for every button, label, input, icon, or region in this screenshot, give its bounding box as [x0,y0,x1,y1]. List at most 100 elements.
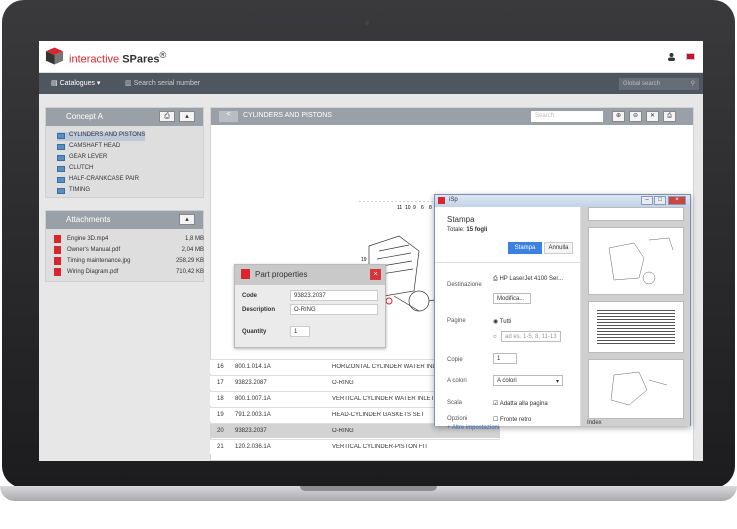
row-description: VERTICAL CYLINDER WATER INLET HOSE [332,396,440,402]
scale-checkbox[interactable]: ☑ Adatta alla pagina [493,400,548,407]
serial-search-link[interactable]: ▥ Search serial number [125,79,200,87]
pages-range-radio[interactable]: ○ [493,334,497,340]
camera [365,21,369,25]
back-button[interactable]: < [219,111,238,122]
table-row[interactable]: 21 120.2.036.1A VERTICAL CYLINDER-PISTON F… [210,439,500,454]
row-code: 120.2.036.1A [235,444,271,450]
file-icon [54,268,61,276]
search-input[interactable]: Search [531,111,603,122]
window-close-button[interactable]: × [668,196,686,205]
tree-item-label: TIMING [69,187,90,193]
zoom-in-button[interactable]: ⊕ [612,111,625,122]
catalog-panel: Concept A ⎙ ▴ CYLINDERS AND PISTONS CAMS… [45,107,204,198]
attachment-item[interactable]: Wiring Diagram.pdf 710,42 KB [54,268,204,277]
global-search-placeholder: Global search [623,81,661,87]
callout-19: 19 [361,257,367,263]
chevron-down-icon: ▾ [555,379,559,385]
radio-checked-icon: ◉ [493,319,500,325]
callout-6: 6 [421,205,424,211]
modify-button[interactable]: Modifica... [493,293,531,304]
printer-select[interactable]: ⎙ HP LaserJet 4100 Ser... [493,276,563,283]
maximize-button[interactable]: □ [654,196,666,205]
close-icon[interactable]: × [370,269,381,280]
tree-item-clutch[interactable]: CLUTCH [57,165,93,174]
catalogues-menu[interactable]: ▤ Catalogues ▾ [51,79,100,87]
logo-sp: SPares [122,53,160,66]
laptop-notch [300,486,437,491]
pages-all-label: Tutti [499,319,512,325]
app-icon [438,197,445,204]
pages-all-radio[interactable]: ◉ Tutti [493,318,511,325]
row-number: 16 [217,364,224,370]
tree-item-cylinders[interactable]: CYLINDERS AND PISTONS [57,132,146,141]
tree-item-gear-lever[interactable]: GEAR LEVER [57,154,107,163]
collapse-attachments-button[interactable]: ▴ [179,214,195,225]
barcode-icon: ▥ [125,80,134,87]
print-settings: Stampa Totale: 15 fogli Stampa Annulla D… [435,207,581,426]
printer-name: HP LaserJet 4100 Ser... [499,276,564,282]
catalog-title: Concept A [66,112,103,121]
radio-icon: ○ [493,334,497,340]
folder-icon [57,144,65,150]
more-settings-label: Altre impostazioni [451,425,500,431]
color-select[interactable]: A colori ▾ [493,375,563,386]
description-value: O-RING [290,304,378,315]
folder-icon [57,155,65,161]
row-number: 19 [217,412,224,418]
dialog-titlebar: iSp – □ × [435,195,690,207]
attachment-item[interactable]: Timing maintenance.jpg 258,29 KB [54,257,204,266]
folder-icon [57,133,65,139]
print-button[interactable]: ⎙ [159,111,175,122]
global-search-input[interactable]: Global search ⚲ [619,78,699,90]
collapse-button[interactable]: ▴ [179,111,195,122]
tree-item-label: CYLINDERS AND PISTONS [69,132,146,138]
tree-item-camshaft[interactable]: CAMSHAFT HEAD [57,143,120,152]
print-confirm-button[interactable]: Stampa [508,242,542,254]
more-settings-link[interactable]: + Altre impostazioni [447,425,499,431]
tree-item-timing[interactable]: TIMING [57,187,90,196]
fullscreen-button[interactable]: ✕ [646,111,659,122]
folder-icon [57,188,65,194]
catalogues-label: Catalogues ▾ [59,80,101,87]
row-number: 17 [217,380,224,386]
part-properties-header: Part properties [235,265,385,285]
attachment-name: Wiring Diagram.pdf [67,269,119,275]
minimize-button[interactable]: – [641,196,653,205]
logo-rest: nteractive [71,53,123,66]
attachment-size: 258,29 KB [175,258,204,264]
duplex-checkbox[interactable]: ☐ Fronte retro [493,416,531,423]
zoom-out-button[interactable]: ⊖ [629,111,642,122]
attachment-item[interactable]: Owner's Manual.pdf 2,04 MB [54,246,204,255]
attachment-item[interactable]: Engine 3D.mp4 1,8 MB [54,235,204,244]
row-description: O-RING [332,428,354,434]
total-value: 15 fogli [466,227,488,233]
logo-text: interactive SPares® [69,50,166,66]
quantity-field[interactable]: 1 [290,326,310,337]
pages-range-input[interactable]: ad es. 1-5, 8, 11-13 [501,331,561,342]
destination-label: Destinazione [447,282,482,288]
dialog-window-title: iSp [449,197,458,203]
uk-flag-icon[interactable] [686,53,695,60]
print-dialog: iSp – □ × Stampa Totale: 15 fogli Stampa… [434,194,691,431]
copies-input[interactable]: 1 [493,353,517,364]
attachments-panel: Attachments ▴ Engine 3D.mp4 1,8 MB Owner'… [45,210,204,282]
row-code: 800.1.007.1A [235,396,271,402]
selected-hotspot[interactable] [385,297,393,305]
scale-label: Scala [447,400,463,406]
search-icon: ⚲ [690,81,695,87]
copies-label: Copie [447,357,463,363]
preview-diagram [608,237,674,285]
total-sheets: Totale: 15 fogli [447,227,487,233]
row-code: 93823.2037 [235,428,267,434]
print-preview[interactable]: Index [581,207,690,426]
print-main-button[interactable]: ⎙ [663,111,676,122]
print-cancel-button[interactable]: Annulla [544,242,573,254]
search-placeholder: Search [535,113,555,119]
quantity-label: Quantity [242,329,267,335]
tree-item-crankcase[interactable]: HALF-CRANKCASE PAIR [57,176,139,185]
tree-item-label: GEAR LEVER [69,154,108,160]
attachment-name: Timing maintenance.jpg [67,258,131,264]
user-icon[interactable] [668,53,675,61]
row-code: 791.2.003.1A [235,412,271,418]
scale-value: Adatta alla pagina [499,401,548,407]
